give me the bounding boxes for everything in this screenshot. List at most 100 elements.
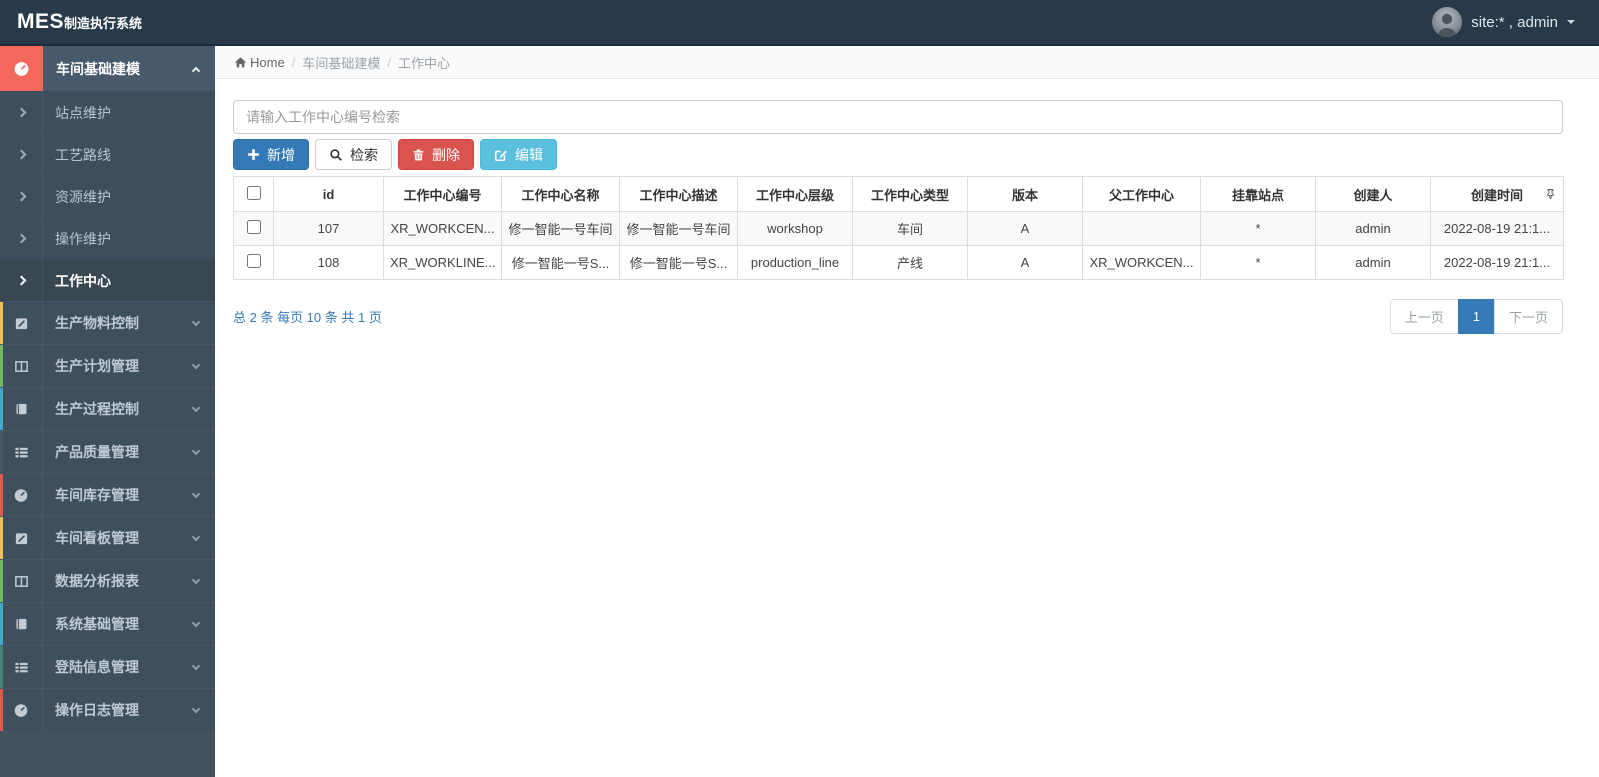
list-icon <box>0 431 43 473</box>
app-logo-subtitle: 制造执行系统 <box>64 16 143 31</box>
sidebar-item-2[interactable]: 生产过程控制 <box>0 387 215 430</box>
breadcrumb: Home / 车间基础建模 / 工作中心 <box>215 46 1599 79</box>
accent-strip <box>0 603 3 645</box>
cell: 产线 <box>852 245 968 280</box>
select-all-cell <box>233 176 274 212</box>
plus-icon <box>248 149 259 160</box>
cell: 107 <box>273 211 384 246</box>
sidebar-subitem-0[interactable]: 站点维护 <box>0 91 215 133</box>
column-header-created: 创建时间 <box>1430 176 1564 212</box>
row-checkbox[interactable] <box>246 254 261 268</box>
chevron-down-icon <box>191 446 201 455</box>
cell: workshop <box>737 211 853 246</box>
add-button[interactable]: 新增 <box>233 139 309 170</box>
user-menu[interactable]: site:* , admin <box>1432 7 1599 37</box>
breadcrumb-item-work-center: 工作中心 <box>397 55 450 71</box>
sidebar-item-3[interactable]: 产品质量管理 <box>0 430 215 473</box>
chevron-up-icon <box>191 66 201 75</box>
table-row-0[interactable]: 107 XR_WORKCEN... 修一智能一号车间 修一智能一号车间 workshop… <box>233 211 1564 246</box>
sidebar-item-label: 产品质量管理 <box>55 444 139 460</box>
cell: 修一智能一号车间 <box>501 211 620 246</box>
sidebar-subitem-label: 工艺路线 <box>55 146 111 163</box>
sidebar-item-label: 登陆信息管理 <box>55 659 139 675</box>
book-icon <box>0 603 43 645</box>
delete-button[interactable]: 删除 <box>398 139 474 170</box>
breadcrumb-item-workshop-modeling[interactable]: 车间基础建模 <box>302 53 380 72</box>
row-checkbox[interactable] <box>246 220 261 234</box>
sidebar-item-8[interactable]: 登陆信息管理 <box>0 645 215 688</box>
user-avatar[interactable] <box>1432 7 1463 37</box>
columns-icon <box>0 345 43 387</box>
chevron-down-icon <box>191 575 201 584</box>
cell: admin <box>1315 245 1431 280</box>
cell: 修一智能一号S... <box>619 245 738 280</box>
breadcrumb-home[interactable]: Home <box>234 55 285 70</box>
sidebar-item-7[interactable]: 系统基础管理 <box>0 602 215 645</box>
column-header-code: 工作中心编号 <box>383 176 502 212</box>
sidebar-item-6[interactable]: 数据分析报表 <box>0 559 215 602</box>
sidebar-subitem-label: 资源维护 <box>55 188 111 205</box>
chevron-down-icon <box>191 704 201 713</box>
book-icon <box>0 388 43 430</box>
cell: 修一智能一号车间 <box>619 211 738 246</box>
sidebar-subitem-1[interactable]: 工艺路线 <box>0 133 215 175</box>
accent-strip <box>0 345 3 387</box>
chevron-right-icon <box>0 92 43 133</box>
cell: A <box>967 245 1083 280</box>
column-header-name: 工作中心名称 <box>501 176 620 212</box>
app-logo-mes: MES <box>17 10 65 33</box>
cell: 车间 <box>852 211 968 246</box>
person-silhouette-icon <box>1437 13 1457 37</box>
sidebar-item-workshop-modeling[interactable]: 车间基础建模 <box>0 46 215 91</box>
chevron-right-icon <box>0 134 43 175</box>
row-select-cell <box>233 245 274 280</box>
toolbar: 新增 检索 删除 编辑 <box>233 139 1563 170</box>
row-select-cell <box>233 211 274 246</box>
sidebar-item-4[interactable]: 车间库存管理 <box>0 473 215 516</box>
column-header-version: 版本 <box>967 176 1083 212</box>
sidebar-subitem-4[interactable]: 工作中心 <box>0 259 215 301</box>
table-row-1[interactable]: 108 XR_WORKLINE... 修一智能一号S... 修一智能一号S... pro… <box>233 245 1564 280</box>
search-button[interactable]: 检索 <box>315 139 392 170</box>
sidebar-item-0[interactable]: 生产物料控制 <box>0 301 215 344</box>
sidebar-item-label: 生产过程控制 <box>55 401 139 417</box>
cell: 2022-08-19 21:1... <box>1430 245 1564 280</box>
column-header-id: id <box>273 176 384 212</box>
sidebar-item-label: 生产计划管理 <box>55 358 139 374</box>
accent-strip <box>0 646 3 688</box>
home-icon <box>234 56 247 67</box>
select-all-checkbox[interactable] <box>246 185 261 200</box>
work-center-search-input[interactable] <box>233 100 1563 134</box>
sidebar-subitem-label: 操作维护 <box>55 230 111 247</box>
sidebar-item-9[interactable]: 操作日志管理 <box>0 688 215 731</box>
sidebar-item-label: 操作日志管理 <box>55 702 139 718</box>
edit-button[interactable]: 编辑 <box>480 139 557 170</box>
list-icon <box>0 646 43 688</box>
accent-strip <box>0 388 3 430</box>
chevron-down-icon <box>191 532 201 541</box>
pencil-square-icon <box>0 302 43 344</box>
trash-icon <box>413 148 424 160</box>
sidebar-item-1[interactable]: 生产计划管理 <box>0 344 215 387</box>
table-footer: 总 2 条 每页 10 条 共 1 页 上一页 1 下一页 <box>233 299 1563 334</box>
prev-page-button[interactable]: 上一页 <box>1389 299 1459 334</box>
cell: 修一智能一号S... <box>501 245 620 280</box>
sidebar: 车间基础建模 站点维护 工艺路线 资源维护 操作维护 工作中心 生产物料控制 生… <box>0 46 215 777</box>
user-label: site:* , admin <box>1471 13 1558 31</box>
sidebar-item-5[interactable]: 车间看板管理 <box>0 516 215 559</box>
sidebar-subitem-3[interactable]: 操作维护 <box>0 217 215 259</box>
cell: 2022-08-19 21:1... <box>1430 211 1564 246</box>
pin-icon[interactable] <box>1545 188 1556 200</box>
cell <box>1082 211 1201 246</box>
next-page-button[interactable]: 下一页 <box>1493 299 1563 334</box>
sidebar-item-label: 生产物料控制 <box>55 315 139 331</box>
main-area: Home / 车间基础建模 / 工作中心 新增 检索 <box>215 46 1599 777</box>
page-1-button[interactable]: 1 <box>1457 299 1495 334</box>
pagination-summary: 总 2 条 每页 10 条 共 1 页 <box>233 310 382 325</box>
sidebar-subitem-2[interactable]: 资源维护 <box>0 175 215 217</box>
accent-strip <box>0 560 3 602</box>
dashboard-icon <box>0 474 43 516</box>
cell: XR_WORKCEN... <box>1082 245 1201 280</box>
chevron-right-icon <box>0 176 43 217</box>
column-header-parent: 父工作中心 <box>1082 176 1201 212</box>
